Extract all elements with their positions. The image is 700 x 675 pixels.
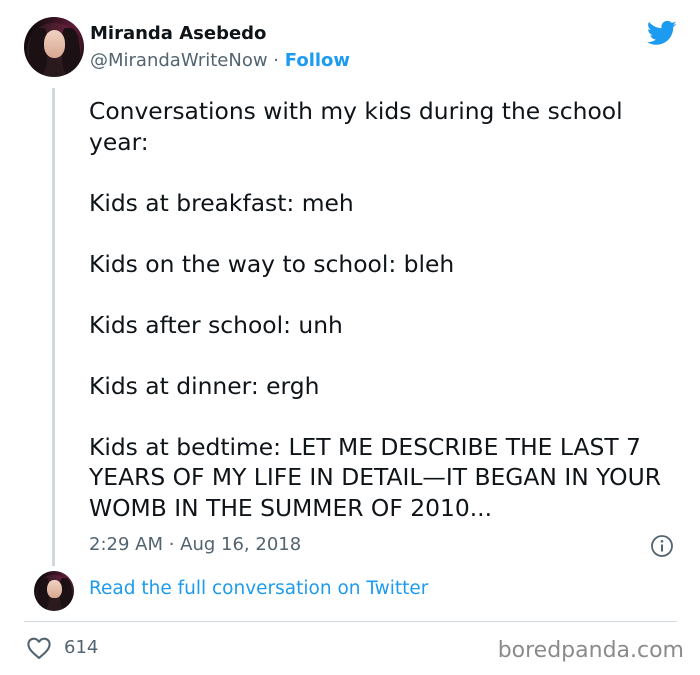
avatar-hair-right [59,578,72,611]
tweet-text: Conversations with my kids during the sc… [89,97,661,522]
avatar-face [43,30,66,58]
follow-button[interactable]: Follow [285,50,350,71]
avatar-hair-left [28,27,47,76]
read-full-conversation-link[interactable]: Read the full conversation on Twitter [89,578,428,599]
info-icon[interactable] [650,534,674,558]
author-handle-row: @MirandaWriteNow · Follow [90,50,350,71]
footer-divider [24,621,677,622]
watermark: boredpanda.com [497,638,684,663]
tweet-timestamp[interactable]: 2:29 AM · Aug 16, 2018 [89,534,301,555]
heart-icon[interactable] [26,636,52,660]
avatar-face [47,579,62,599]
thread-avatar[interactable] [34,571,74,611]
twitter-bird-icon[interactable] [645,18,679,48]
author-name[interactable]: Miranda Asebedo [90,23,266,44]
thread-line [52,88,55,566]
handle-separator: · [273,50,280,71]
author-handle[interactable]: @MirandaWriteNow [90,50,268,71]
author-avatar[interactable] [24,17,84,77]
like-count: 614 [64,637,99,658]
